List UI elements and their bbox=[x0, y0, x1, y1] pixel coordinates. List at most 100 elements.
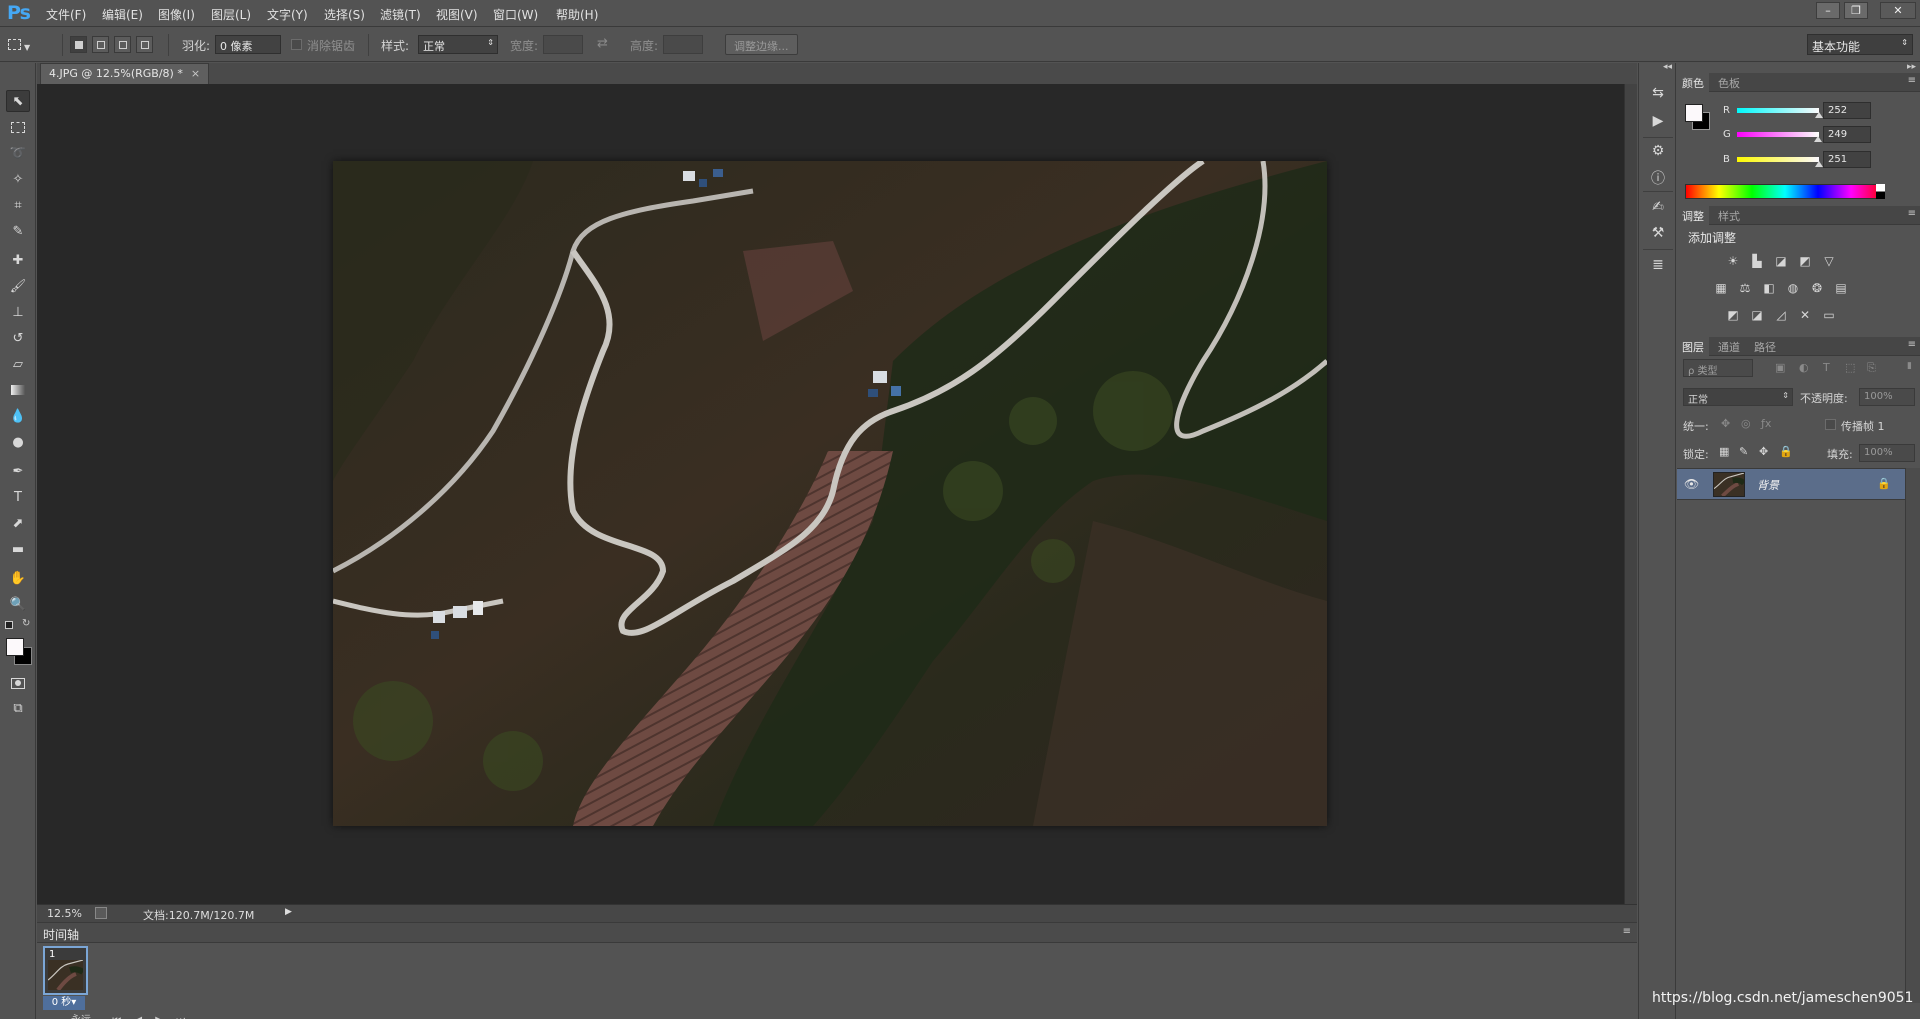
color-lookup-icon[interactable]: ▤ bbox=[1833, 281, 1849, 295]
fill-input[interactable]: 100% bbox=[1859, 444, 1915, 462]
unify-visibility-icon[interactable]: ◎ bbox=[1741, 417, 1751, 430]
clone-stamp-tool-icon[interactable]: ⊥ bbox=[6, 301, 30, 323]
selective-color-icon[interactable]: ✕ bbox=[1797, 308, 1813, 322]
tab-color[interactable]: 颜色 bbox=[1677, 73, 1709, 92]
lasso-tool-icon[interactable]: ➰ bbox=[6, 142, 30, 164]
levels-icon[interactable]: ▙ bbox=[1749, 254, 1765, 268]
hand-tool-icon[interactable]: ✋ bbox=[6, 567, 30, 589]
type-tool-icon[interactable]: T bbox=[6, 486, 30, 508]
zoom-tool-icon[interactable]: 🔍 bbox=[6, 593, 30, 615]
unify-position-icon[interactable]: ✥ bbox=[1721, 417, 1730, 430]
screen-mode-icon[interactable]: ⧉ bbox=[6, 697, 30, 719]
filter-toggle-icon[interactable]: ▮ bbox=[1907, 361, 1912, 371]
layers-scrollbar[interactable] bbox=[1905, 468, 1920, 1003]
green-input[interactable]: 249 bbox=[1823, 126, 1871, 143]
healing-brush-tool-icon[interactable]: ✚ bbox=[6, 249, 30, 271]
antialias-checkbox[interactable] bbox=[291, 39, 302, 50]
new-selection-button[interactable] bbox=[70, 36, 87, 53]
blue-slider-thumb[interactable] bbox=[1815, 161, 1823, 167]
menu-view[interactable]: 视图(V) bbox=[436, 6, 478, 23]
document-image[interactable] bbox=[333, 161, 1327, 826]
lock-icon[interactable]: 🔒 bbox=[1877, 477, 1891, 490]
frame-delay-select[interactable]: 0 秒▾ bbox=[43, 996, 85, 1010]
actions-play-icon[interactable]: ▶ bbox=[1648, 113, 1668, 133]
eye-icon[interactable]: 👁 bbox=[1684, 477, 1699, 491]
collapse-arrows-icon[interactable]: ▸▸ bbox=[1907, 62, 1916, 72]
filter-smart-object-icon[interactable]: ⎘ bbox=[1867, 361, 1876, 375]
layer-comps-icon[interactable]: ≣ bbox=[1648, 257, 1668, 277]
history-icon[interactable]: ⇆ bbox=[1648, 85, 1668, 105]
rect-marquee-tool-icon[interactable] bbox=[6, 116, 30, 138]
hue-saturation-icon[interactable]: ▦ bbox=[1713, 281, 1729, 295]
blur-tool-icon[interactable]: 💧 bbox=[6, 405, 30, 427]
menu-help[interactable]: 帮助(H) bbox=[556, 6, 598, 23]
animation-frame[interactable]: 1 bbox=[43, 946, 88, 995]
lock-transparent-icon[interactable]: ▦ bbox=[1719, 445, 1729, 458]
canvas-vertical-scrollbar[interactable] bbox=[1624, 84, 1637, 904]
filter-adjustment-icon[interactable]: ◐ bbox=[1799, 361, 1809, 374]
menu-select[interactable]: 选择(S) bbox=[324, 6, 365, 23]
tab-swatches[interactable]: 色板 bbox=[1713, 73, 1745, 92]
channel-mixer-icon[interactable]: ❂ bbox=[1809, 281, 1825, 295]
width-input[interactable] bbox=[543, 35, 583, 54]
swap-icon[interactable]: ⇄ bbox=[597, 36, 608, 51]
tab-channels[interactable]: 通道 bbox=[1713, 337, 1745, 356]
menu-file[interactable]: 文件(F) bbox=[46, 6, 86, 23]
propagate-frame-checkbox[interactable] bbox=[1825, 419, 1836, 430]
photo-filter-icon[interactable]: ◍ bbox=[1785, 281, 1801, 295]
brightness-contrast-icon[interactable]: ☀ bbox=[1725, 254, 1741, 268]
timeline-tab[interactable]: 时间轴 bbox=[43, 926, 79, 943]
dodge-tool-icon[interactable]: ● bbox=[6, 431, 30, 453]
swap-colors-icon[interactable]: ↻ bbox=[22, 618, 30, 629]
filter-shape-icon[interactable]: ⬚ bbox=[1845, 361, 1855, 374]
foreground-color-swatch[interactable] bbox=[1685, 104, 1703, 122]
menu-filter[interactable]: 滤镜(T) bbox=[380, 6, 421, 23]
blue-input[interactable]: 251 bbox=[1823, 151, 1871, 168]
red-slider-thumb[interactable] bbox=[1815, 112, 1823, 118]
brush-presets-icon[interactable]: ✍ bbox=[1648, 199, 1668, 219]
zoom-level[interactable]: 12.5% bbox=[47, 907, 82, 920]
blue-slider[interactable] bbox=[1737, 157, 1819, 162]
lock-all-icon[interactable]: 🔒 bbox=[1779, 445, 1793, 458]
tab-styles[interactable]: 样式 bbox=[1713, 206, 1745, 225]
next-frame-icon[interactable]: ⏭ bbox=[176, 1015, 185, 1019]
gradient-map-icon[interactable]: ▭ bbox=[1821, 308, 1837, 322]
tool-presets-icon[interactable]: ⚒ bbox=[1648, 225, 1668, 245]
spectrum-black-white[interactable] bbox=[1876, 184, 1885, 199]
red-slider[interactable] bbox=[1737, 108, 1819, 113]
posterize-icon[interactable]: ◪ bbox=[1749, 308, 1765, 322]
curves-icon[interactable]: ◪ bbox=[1773, 254, 1789, 268]
intersect-selection-button[interactable] bbox=[136, 36, 153, 53]
minimize-button[interactable]: – bbox=[1816, 2, 1840, 19]
brush-tool-icon[interactable]: 🖌 bbox=[6, 275, 30, 297]
prev-frame-icon[interactable]: ◀ bbox=[134, 1015, 142, 1019]
eraser-tool-icon[interactable]: ▱ bbox=[6, 353, 30, 375]
subtract-selection-button[interactable] bbox=[114, 36, 131, 53]
play-icon[interactable]: ▶ bbox=[155, 1015, 163, 1019]
info-icon[interactable]: ⓘ bbox=[1648, 168, 1668, 188]
gradient-tool-icon[interactable] bbox=[6, 379, 30, 401]
path-selection-tool-icon[interactable]: ⬈ bbox=[6, 512, 30, 534]
menu-image[interactable]: 图像(I) bbox=[158, 6, 195, 23]
layer-name[interactable]: 背景 bbox=[1757, 477, 1779, 493]
marquee-preset-picker[interactable]: ▼ bbox=[8, 36, 36, 54]
panel-menu-icon[interactable]: ≡ bbox=[1908, 75, 1916, 86]
collapse-arrows-icon[interactable]: ◂◂ bbox=[1663, 62, 1672, 72]
doc-status-icon[interactable] bbox=[95, 907, 107, 919]
loop-select[interactable]: 永远 bbox=[71, 1015, 91, 1019]
green-slider[interactable] bbox=[1737, 132, 1819, 137]
layer-filter-kind-select[interactable]: ρ 类型 bbox=[1683, 359, 1753, 377]
lock-pixels-icon[interactable]: ✎ bbox=[1739, 445, 1748, 458]
history-brush-tool-icon[interactable]: ↺ bbox=[6, 327, 30, 349]
threshold-icon[interactable]: ◿ bbox=[1773, 308, 1789, 322]
tab-layers[interactable]: 图层 bbox=[1677, 337, 1709, 356]
vibrance-icon[interactable]: ▽ bbox=[1821, 254, 1837, 268]
quick-mask-icon[interactable] bbox=[6, 672, 30, 694]
tab-adjustments[interactable]: 调整 bbox=[1677, 206, 1709, 225]
menu-type[interactable]: 文字(Y) bbox=[267, 6, 308, 23]
pen-tool-icon[interactable]: ✒ bbox=[6, 460, 30, 482]
eyedropper-tool-icon[interactable]: ✎ bbox=[6, 220, 30, 242]
document-tab[interactable]: 4.JPG @ 12.5%(RGB/8) * × bbox=[40, 63, 210, 84]
panel-menu-icon[interactable]: ≡ bbox=[1908, 208, 1916, 219]
filter-pixel-icon[interactable]: ▣ bbox=[1775, 361, 1785, 374]
